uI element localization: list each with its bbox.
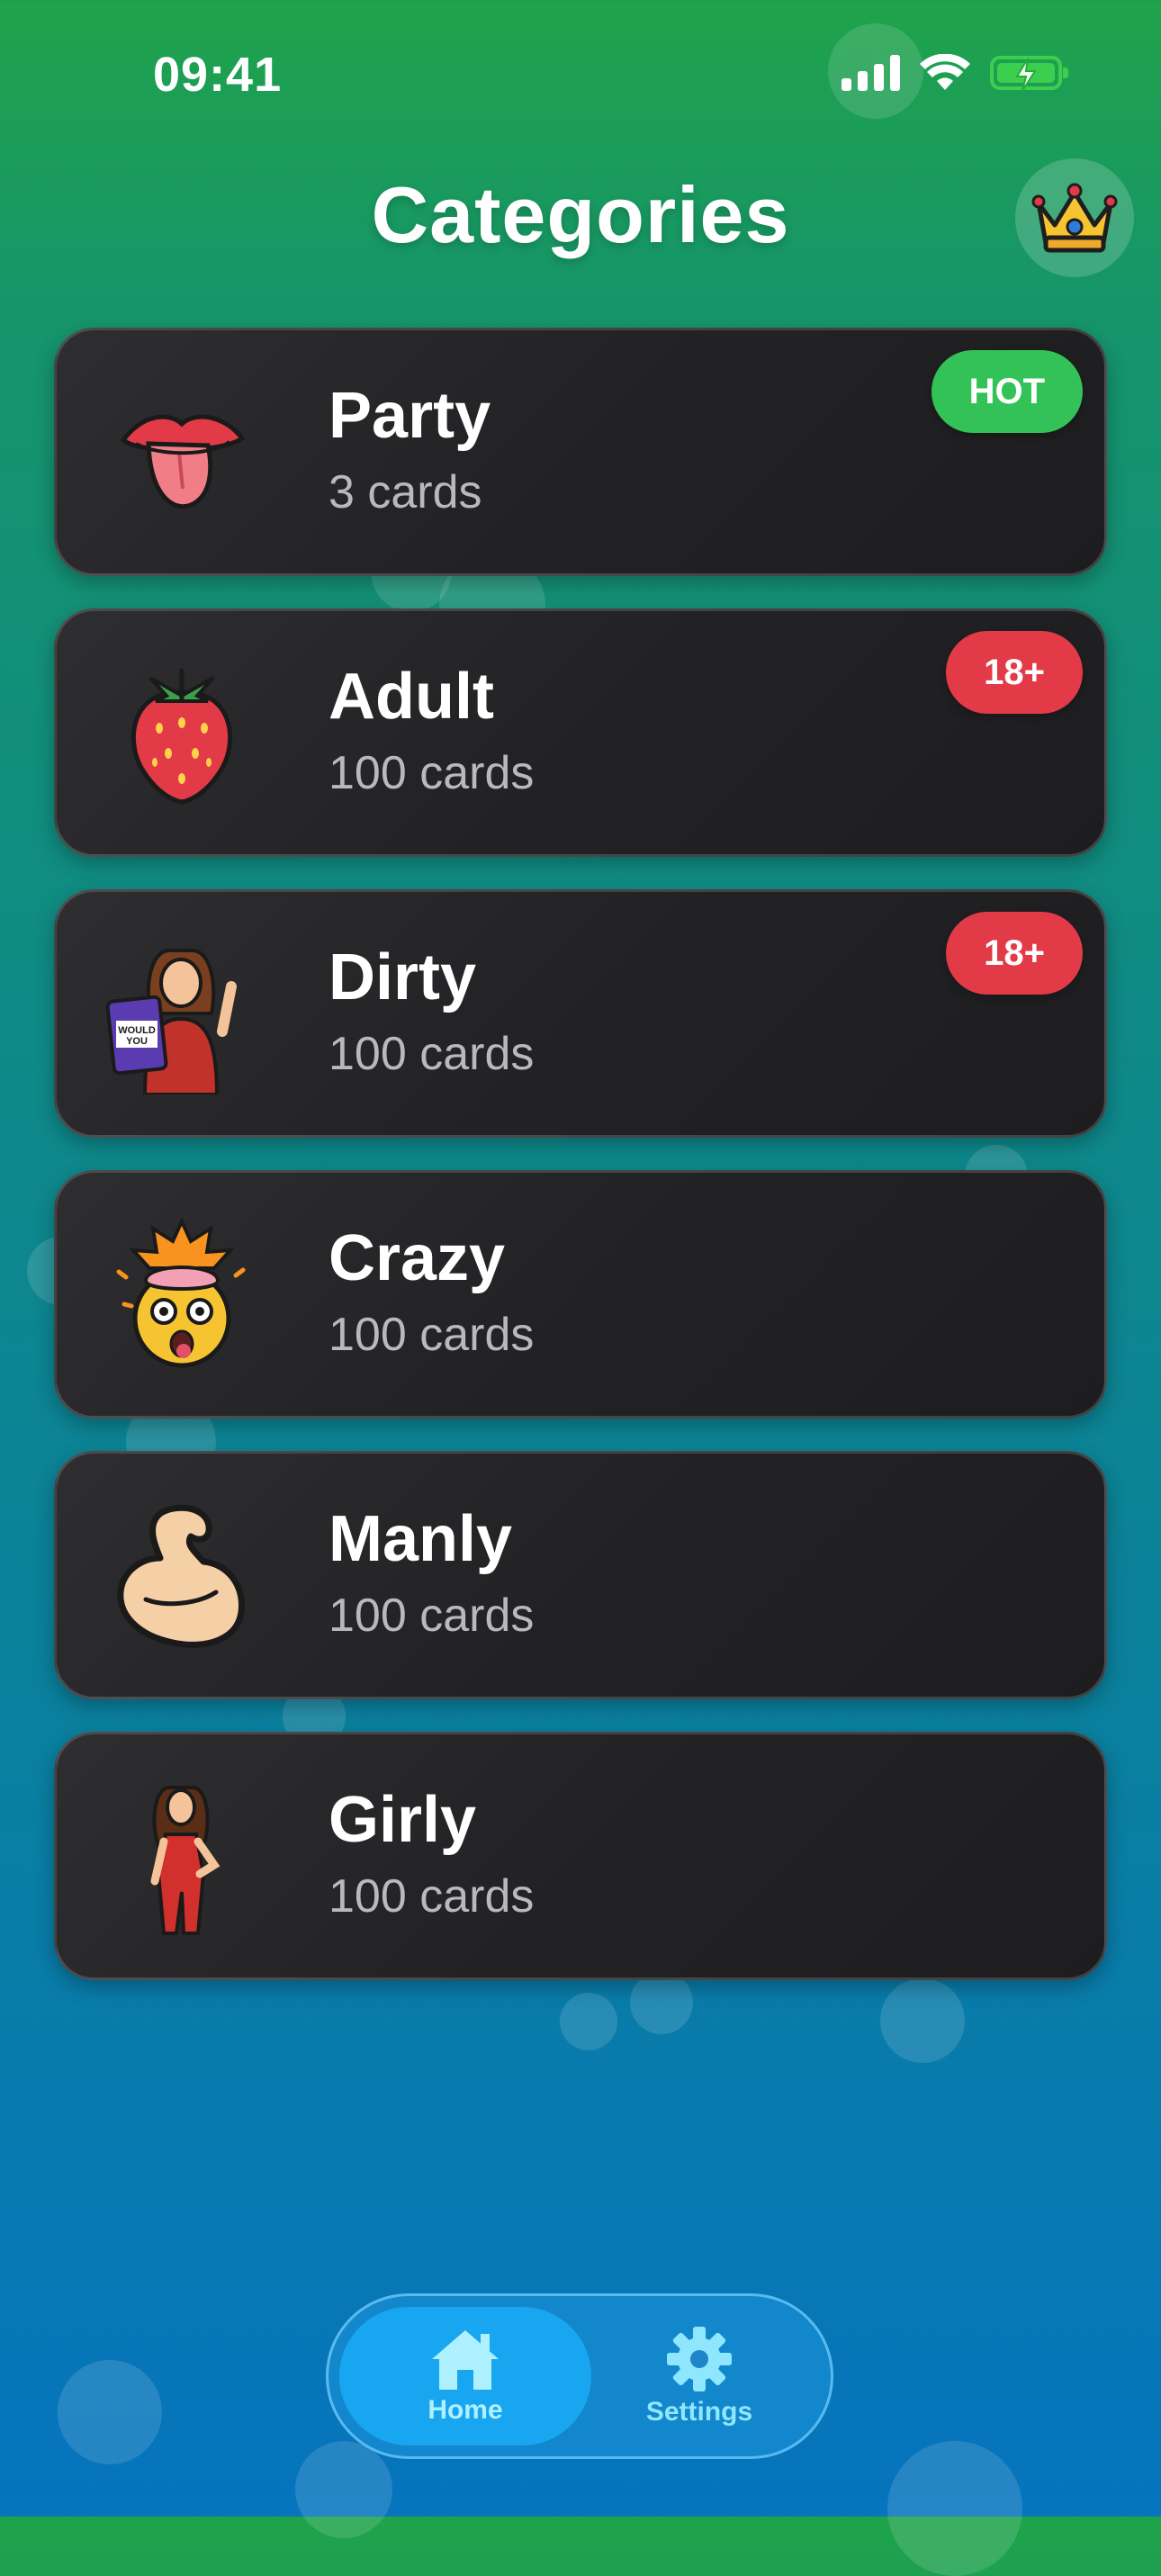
svg-text:YOU: YOU xyxy=(126,1036,148,1047)
page-title: Categories xyxy=(371,170,790,259)
premium-button[interactable] xyxy=(1015,158,1134,277)
category-name: Manly xyxy=(328,1503,513,1575)
background-bubble xyxy=(887,2441,1022,2576)
home-icon xyxy=(432,2330,499,2390)
category-card-count: 100 cards xyxy=(328,1309,535,1361)
background-bubble xyxy=(630,1971,693,2034)
adult-badge: 18+ xyxy=(946,912,1083,995)
status-icons xyxy=(842,54,1068,92)
background-bubble xyxy=(295,2441,392,2538)
tongue-lips-icon xyxy=(105,375,258,528)
tab-home-label: Home xyxy=(428,2395,503,2425)
woman-red-dress-icon xyxy=(105,1779,258,1935)
tab-settings-label: Settings xyxy=(645,2397,753,2427)
category-card-count: 100 cards xyxy=(328,747,535,799)
woman-with-card-icon: WOULD YOU xyxy=(105,937,258,1094)
category-card-dirty[interactable]: WOULD YOU Dirty 100 cards 18+ xyxy=(54,889,1107,1138)
category-name: Party xyxy=(328,380,491,452)
category-card-count: 100 cards xyxy=(328,1028,535,1080)
category-card-crazy[interactable]: Crazy 100 cards xyxy=(54,1170,1107,1419)
battery-charging-icon xyxy=(990,56,1068,92)
crown-icon xyxy=(1031,183,1118,253)
category-name: Girly xyxy=(328,1784,477,1856)
background-bubble xyxy=(560,1993,617,2050)
flexed-biceps-icon xyxy=(105,1499,258,1652)
tab-settings[interactable]: Settings xyxy=(573,2307,825,2445)
category-card-party[interactable]: Party 3 cards HOT xyxy=(54,328,1107,576)
background-bubble xyxy=(880,1978,965,2063)
category-name: Crazy xyxy=(328,1222,506,1294)
category-card-manly[interactable]: Manly 100 cards xyxy=(54,1451,1107,1699)
category-name: Dirty xyxy=(328,941,477,1013)
category-name: Adult xyxy=(328,661,494,733)
hot-badge: HOT xyxy=(931,350,1083,433)
gear-icon xyxy=(667,2327,732,2391)
category-card-count: 3 cards xyxy=(328,466,482,518)
category-card-girly[interactable]: Girly 100 cards xyxy=(54,1732,1107,1980)
category-card-count: 100 cards xyxy=(328,1870,535,1923)
background-bubble xyxy=(58,2360,162,2464)
strawberry-icon xyxy=(105,656,258,809)
category-card-count: 100 cards xyxy=(328,1590,535,1642)
cellular-signal-icon xyxy=(842,55,900,91)
adult-badge: 18+ xyxy=(946,631,1083,714)
wifi-icon xyxy=(920,54,970,90)
tab-home[interactable]: Home xyxy=(339,2307,591,2445)
category-card-adult[interactable]: Adult 100 cards 18+ xyxy=(54,608,1107,857)
exploding-head-icon xyxy=(105,1218,258,1371)
status-time: 09:41 xyxy=(153,48,283,102)
tab-bar: Home Settings xyxy=(326,2293,833,2459)
svg-text:WOULD: WOULD xyxy=(118,1025,156,1036)
